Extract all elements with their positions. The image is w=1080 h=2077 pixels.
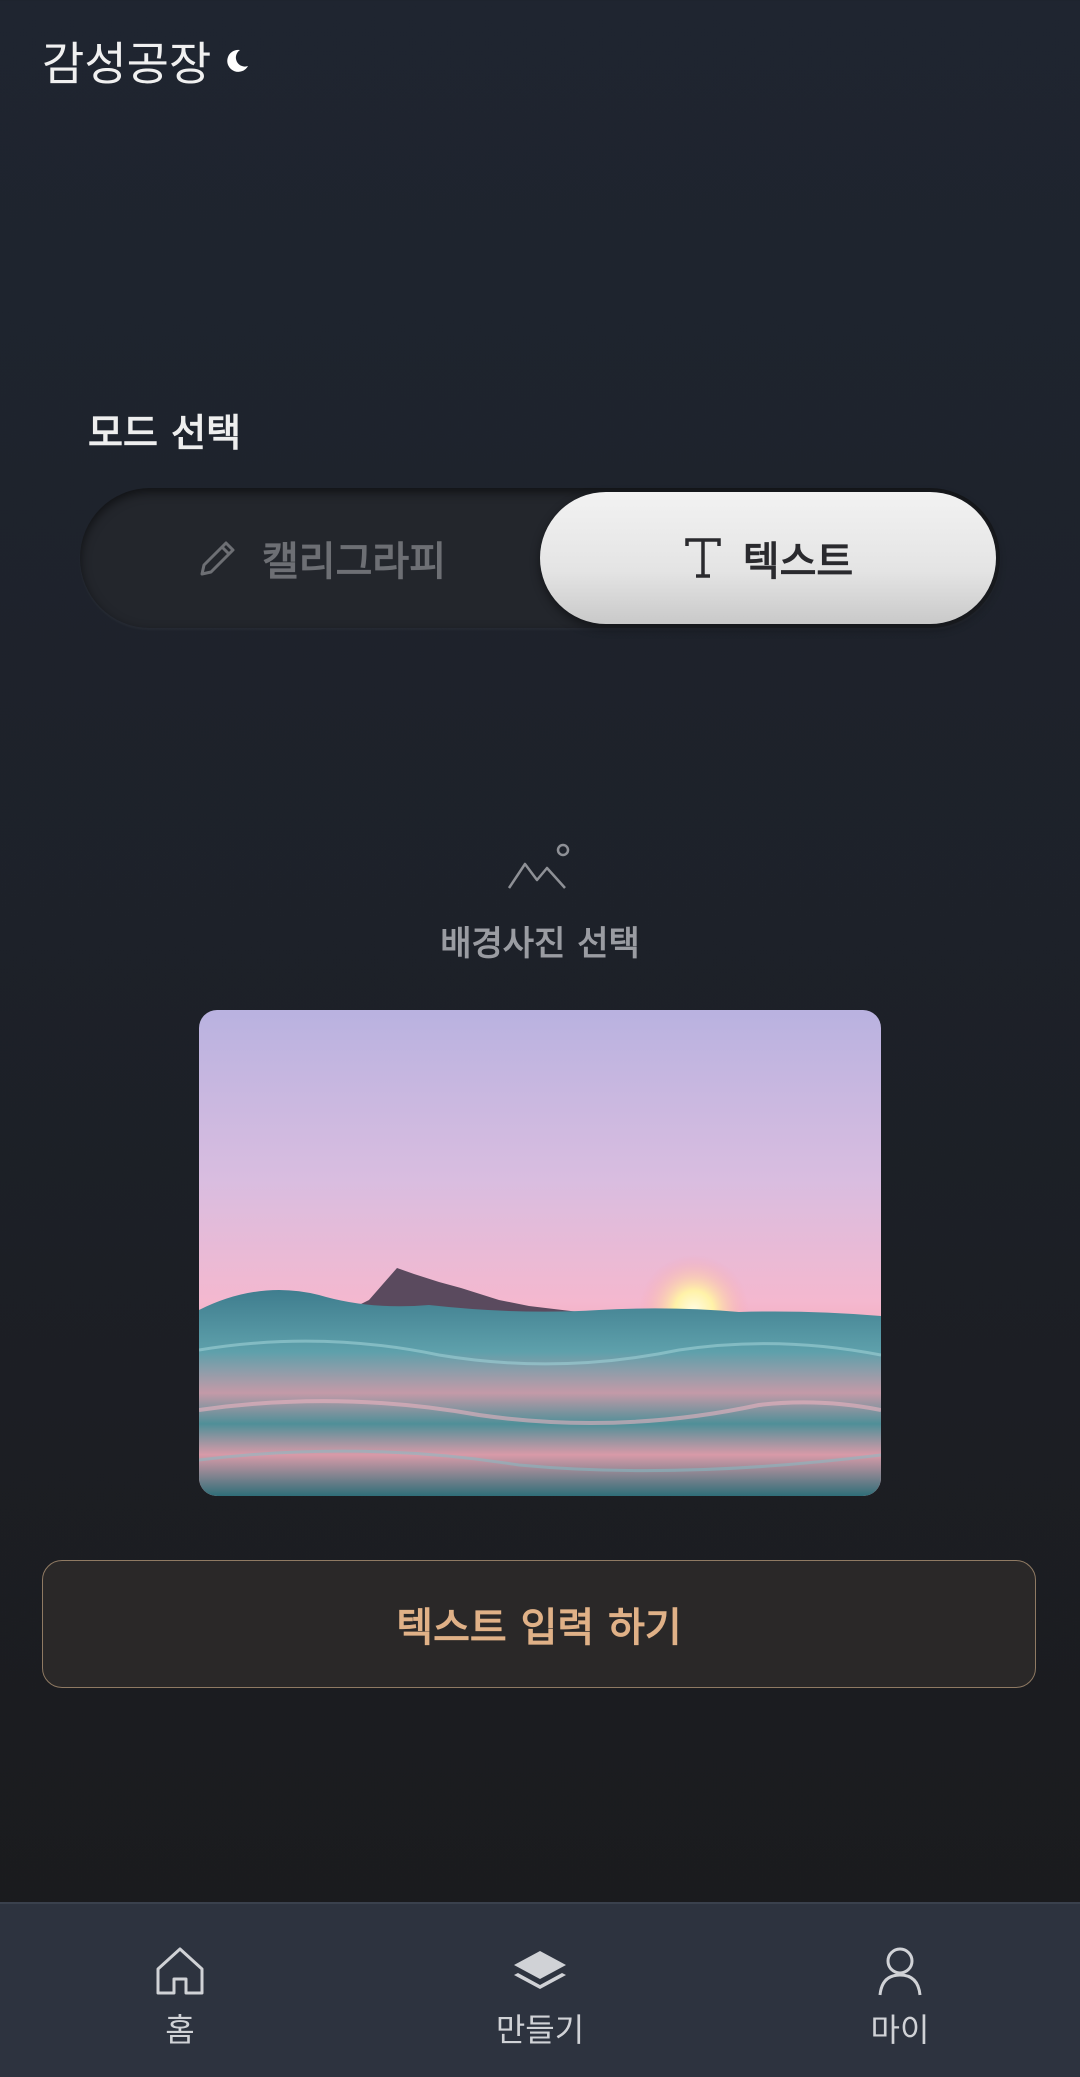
background-select[interactable]: 배경사진 선택 bbox=[0, 840, 1080, 965]
mode-option-calligraphy[interactable]: 캘리그라피 bbox=[100, 492, 540, 624]
home-icon bbox=[156, 1947, 204, 1994]
mountain-icon bbox=[507, 843, 570, 889]
layers-icon bbox=[514, 1950, 566, 1989]
text-input-button[interactable]: 텍스트 입력 하기 bbox=[42, 1560, 1036, 1688]
mode-toggle: 캘리그라피 텍스트 bbox=[80, 488, 1000, 628]
nav-item-my[interactable]: 마이 bbox=[720, 1904, 1080, 2077]
mode-option-text[interactable]: 텍스트 bbox=[540, 492, 996, 624]
background-photo[interactable] bbox=[199, 1010, 881, 1496]
user-icon bbox=[878, 1947, 922, 1995]
background-select-label: 배경사진 선택 bbox=[440, 924, 640, 964]
mode-option-text-label: 텍스트 bbox=[742, 539, 854, 585]
nav-item-home[interactable]: 홈 bbox=[0, 1904, 360, 2077]
text-t-icon bbox=[685, 538, 721, 578]
mode-option-calligraphy-label: 캘리그라피 bbox=[262, 539, 446, 585]
mode-select-label: 모드 선택 bbox=[88, 411, 242, 455]
app-title: 감성공장 bbox=[42, 37, 212, 91]
nav-label-my: 마이 bbox=[870, 2010, 930, 2049]
nav-label-create: 만들기 bbox=[495, 2010, 585, 2049]
crescent-moon-icon bbox=[227, 49, 249, 72]
pencil-icon bbox=[200, 541, 235, 576]
bottom-nav: 홈 만들기 마이 bbox=[0, 1902, 1080, 2077]
background-photo-image bbox=[199, 1010, 881, 1496]
nav-item-create[interactable]: 만들기 bbox=[360, 1904, 720, 2077]
nav-label-home: 홈 bbox=[165, 2010, 195, 2049]
app-header: 감성공장 bbox=[42, 28, 251, 94]
